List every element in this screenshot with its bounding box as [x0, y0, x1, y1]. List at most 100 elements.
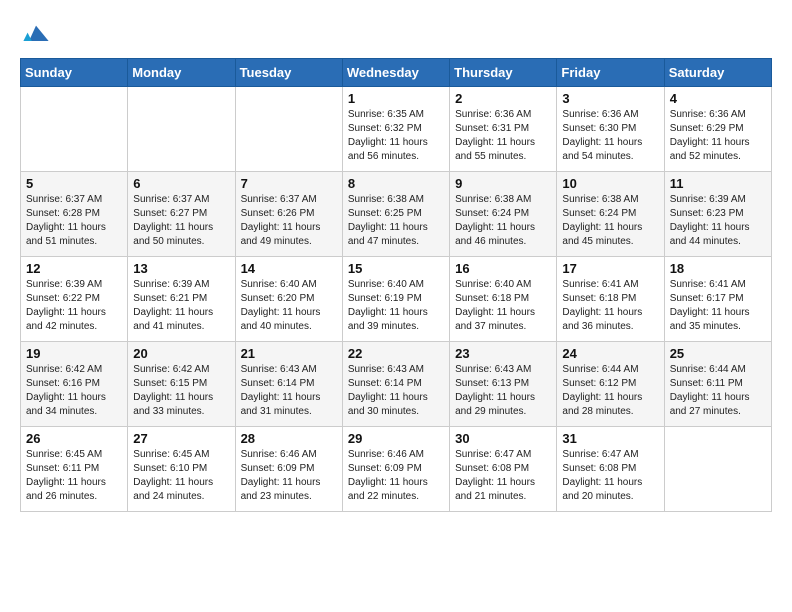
calendar-cell: 18 Sunrise: 6:41 AM Sunset: 6:17 PM Dayli…	[664, 257, 771, 342]
logo	[20, 20, 50, 48]
calendar-cell: 9Sunrise: 6:38 AM Sunset: 6:24 PM Daylig…	[450, 172, 557, 257]
day-info: Sunrise: 6:42 AM Sunset: 6:15 PM Dayligh…	[133, 363, 229, 419]
page-header	[20, 20, 772, 48]
day-number: 18	[670, 261, 766, 276]
calendar-cell: 20 Sunrise: 6:42 AM Sunset: 6:15 PM Dayli…	[128, 342, 235, 427]
calendar-cell: 12Sunrise: 6:39 AM Sunset: 6:22 PM Dayli…	[21, 257, 128, 342]
day-info: Sunrise: 6:47 AM Sunset: 6:08 PM Dayligh…	[562, 448, 658, 504]
day-number: 25	[670, 346, 766, 361]
day-info: Sunrise: 6:41 AM Sunset: 6:17 PM Dayligh…	[670, 278, 766, 334]
calendar-cell: 29 Sunrise: 6:46 AM Sunset: 6:09 PM Dayli…	[342, 427, 449, 512]
day-number: 3	[562, 91, 658, 106]
day-info: Sunrise: 6:36 AM Sunset: 6:31 PM Dayligh…	[455, 108, 551, 164]
day-info: Sunrise: 6:45 AM Sunset: 6:11 PM Dayligh…	[26, 448, 122, 504]
day-number: 4	[670, 91, 766, 106]
day-info: Sunrise: 6:43 AM Sunset: 6:13 PM Dayligh…	[455, 363, 551, 419]
calendar-cell: 3 Sunrise: 6:36 AM Sunset: 6:30 PM Daylig…	[557, 87, 664, 172]
calendar-cell: 4 Sunrise: 6:36 AM Sunset: 6:29 PM Daylig…	[664, 87, 771, 172]
day-info: Sunrise: 6:36 AM Sunset: 6:29 PM Dayligh…	[670, 108, 766, 164]
day-info: Sunrise: 6:42 AM Sunset: 6:16 PM Dayligh…	[26, 363, 122, 419]
calendar-cell: 1 Sunrise: 6:35 AM Sunset: 6:32 PM Daylig…	[342, 87, 449, 172]
day-info: Sunrise: 6:47 AM Sunset: 6:08 PM Dayligh…	[455, 448, 551, 504]
calendar-cell: 17 Sunrise: 6:41 AM Sunset: 6:18 PM Dayli…	[557, 257, 664, 342]
day-number: 15	[348, 261, 444, 276]
day-number: 26	[26, 431, 122, 446]
calendar-cell: 2 Sunrise: 6:36 AM Sunset: 6:31 PM Daylig…	[450, 87, 557, 172]
day-number: 17	[562, 261, 658, 276]
calendar-cell: 14 Sunrise: 6:40 AM Sunset: 6:20 PM Dayli…	[235, 257, 342, 342]
day-info: Sunrise: 6:44 AM Sunset: 6:12 PM Dayligh…	[562, 363, 658, 419]
column-header-sunday: Sunday	[21, 59, 128, 87]
day-number: 31	[562, 431, 658, 446]
day-info: Sunrise: 6:43 AM Sunset: 6:14 PM Dayligh…	[348, 363, 444, 419]
column-header-thursday: Thursday	[450, 59, 557, 87]
calendar-cell: 24 Sunrise: 6:44 AM Sunset: 6:12 PM Dayli…	[557, 342, 664, 427]
calendar-cell: 6 Sunrise: 6:37 AM Sunset: 6:27 PM Daylig…	[128, 172, 235, 257]
calendar-cell	[235, 87, 342, 172]
day-info: Sunrise: 6:40 AM Sunset: 6:18 PM Dayligh…	[455, 278, 551, 334]
calendar-cell: 5 Sunrise: 6:37 AM Sunset: 6:28 PM Daylig…	[21, 172, 128, 257]
calendar-cell: 19Sunrise: 6:42 AM Sunset: 6:16 PM Dayli…	[21, 342, 128, 427]
day-number: 29	[348, 431, 444, 446]
calendar-cell: 28 Sunrise: 6:46 AM Sunset: 6:09 PM Dayli…	[235, 427, 342, 512]
day-info: Sunrise: 6:46 AM Sunset: 6:09 PM Dayligh…	[241, 448, 337, 504]
calendar-cell: 23 Sunrise: 6:43 AM Sunset: 6:13 PM Dayli…	[450, 342, 557, 427]
day-info: Sunrise: 6:41 AM Sunset: 6:18 PM Dayligh…	[562, 278, 658, 334]
calendar-week-row: 5 Sunrise: 6:37 AM Sunset: 6:28 PM Daylig…	[21, 172, 772, 257]
logo-icon	[22, 20, 50, 48]
calendar-cell: 22 Sunrise: 6:43 AM Sunset: 6:14 PM Dayli…	[342, 342, 449, 427]
calendar-cell: 21Sunrise: 6:43 AM Sunset: 6:14 PM Dayli…	[235, 342, 342, 427]
day-number: 23	[455, 346, 551, 361]
day-number: 6	[133, 176, 229, 191]
calendar-cell	[21, 87, 128, 172]
day-number: 9	[455, 176, 551, 191]
day-number: 21	[241, 346, 337, 361]
day-number: 2	[455, 91, 551, 106]
day-info: Sunrise: 6:45 AM Sunset: 6:10 PM Dayligh…	[133, 448, 229, 504]
day-number: 7	[241, 176, 337, 191]
day-info: Sunrise: 6:40 AM Sunset: 6:20 PM Dayligh…	[241, 278, 337, 334]
day-info: Sunrise: 6:37 AM Sunset: 6:27 PM Dayligh…	[133, 193, 229, 249]
day-info: Sunrise: 6:37 AM Sunset: 6:28 PM Dayligh…	[26, 193, 122, 249]
calendar-cell: 10 Sunrise: 6:38 AM Sunset: 6:24 PM Dayli…	[557, 172, 664, 257]
calendar-cell: 15 Sunrise: 6:40 AM Sunset: 6:19 PM Dayli…	[342, 257, 449, 342]
day-info: Sunrise: 6:44 AM Sunset: 6:11 PM Dayligh…	[670, 363, 766, 419]
calendar-week-row: 26 Sunrise: 6:45 AM Sunset: 6:11 PM Dayli…	[21, 427, 772, 512]
day-number: 20	[133, 346, 229, 361]
calendar-cell: 7 Sunrise: 6:37 AM Sunset: 6:26 PM Daylig…	[235, 172, 342, 257]
calendar-cell	[128, 87, 235, 172]
day-number: 22	[348, 346, 444, 361]
column-header-monday: Monday	[128, 59, 235, 87]
day-number: 14	[241, 261, 337, 276]
day-number: 5	[26, 176, 122, 191]
day-number: 28	[241, 431, 337, 446]
day-info: Sunrise: 6:46 AM Sunset: 6:09 PM Dayligh…	[348, 448, 444, 504]
day-number: 30	[455, 431, 551, 446]
calendar-week-row: 12Sunrise: 6:39 AM Sunset: 6:22 PM Dayli…	[21, 257, 772, 342]
day-info: Sunrise: 6:40 AM Sunset: 6:19 PM Dayligh…	[348, 278, 444, 334]
day-info: Sunrise: 6:37 AM Sunset: 6:26 PM Dayligh…	[241, 193, 337, 249]
calendar-cell: 11 Sunrise: 6:39 AM Sunset: 6:23 PM Dayli…	[664, 172, 771, 257]
day-info: Sunrise: 6:38 AM Sunset: 6:24 PM Dayligh…	[562, 193, 658, 249]
day-number: 24	[562, 346, 658, 361]
day-number: 8	[348, 176, 444, 191]
day-number: 1	[348, 91, 444, 106]
column-header-saturday: Saturday	[664, 59, 771, 87]
day-info: Sunrise: 6:35 AM Sunset: 6:32 PM Dayligh…	[348, 108, 444, 164]
day-number: 10	[562, 176, 658, 191]
column-header-wednesday: Wednesday	[342, 59, 449, 87]
calendar-cell: 8 Sunrise: 6:38 AM Sunset: 6:25 PM Daylig…	[342, 172, 449, 257]
day-number: 11	[670, 176, 766, 191]
column-header-friday: Friday	[557, 59, 664, 87]
day-info: Sunrise: 6:38 AM Sunset: 6:25 PM Dayligh…	[348, 193, 444, 249]
calendar-header-row: SundayMondayTuesdayWednesdayThursdayFrid…	[21, 59, 772, 87]
day-info: Sunrise: 6:39 AM Sunset: 6:21 PM Dayligh…	[133, 278, 229, 334]
day-info: Sunrise: 6:39 AM Sunset: 6:23 PM Dayligh…	[670, 193, 766, 249]
calendar-cell: 13Sunrise: 6:39 AM Sunset: 6:21 PM Dayli…	[128, 257, 235, 342]
column-header-tuesday: Tuesday	[235, 59, 342, 87]
calendar-cell: 27 Sunrise: 6:45 AM Sunset: 6:10 PM Dayli…	[128, 427, 235, 512]
calendar-cell	[664, 427, 771, 512]
day-info: Sunrise: 6:36 AM Sunset: 6:30 PM Dayligh…	[562, 108, 658, 164]
day-number: 27	[133, 431, 229, 446]
calendar-cell: 25 Sunrise: 6:44 AM Sunset: 6:11 PM Dayli…	[664, 342, 771, 427]
